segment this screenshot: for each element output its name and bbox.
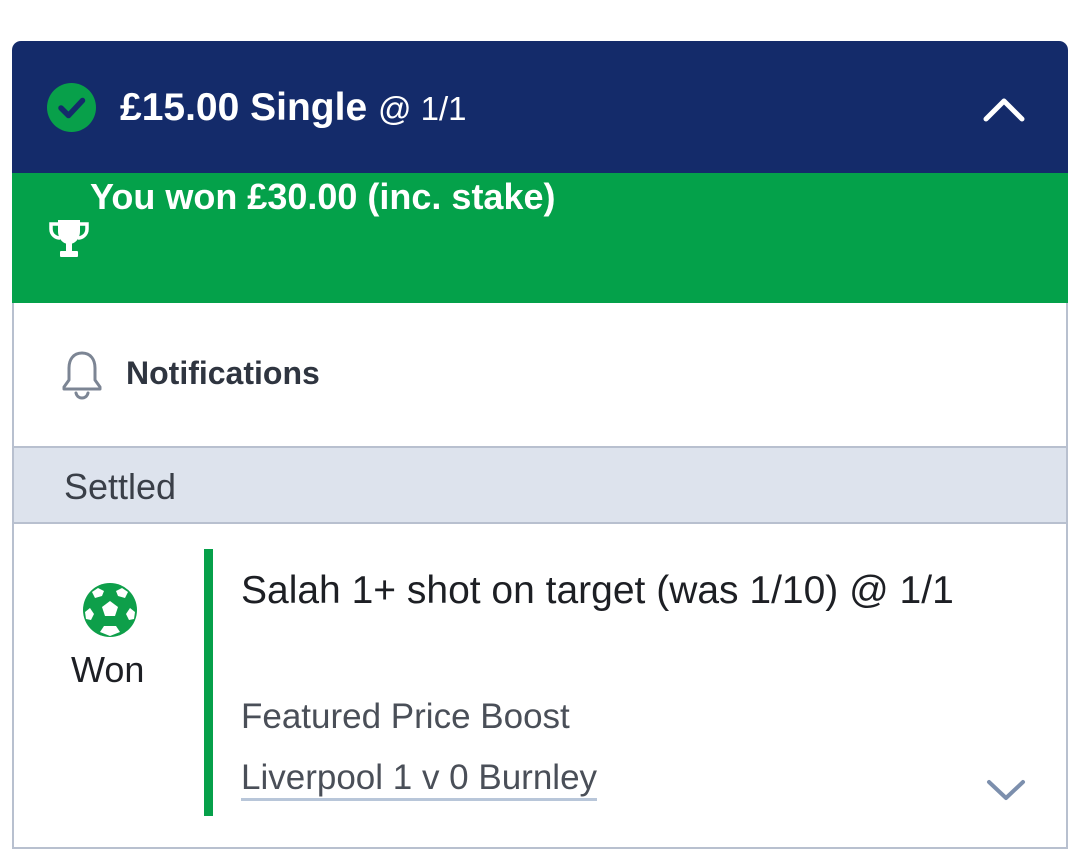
settled-label: Settled <box>64 466 177 507</box>
selection-title: Salah 1+ shot on target (was 1/10) @ 1/1 <box>241 569 954 612</box>
bet-header[interactable]: £15.00 Single @ 1/1 <box>12 41 1068 173</box>
selection-row[interactable]: Won Salah 1+ shot on target (was 1/10) @… <box>14 524 1066 847</box>
bell-icon <box>60 349 104 406</box>
check-circle-icon <box>47 83 96 132</box>
football-icon <box>82 582 138 643</box>
notifications-row[interactable]: Notifications <box>14 303 1066 448</box>
result-indicator-bar <box>204 549 213 816</box>
market-name: Featured Price Boost <box>241 697 570 736</box>
bet-details: Notifications Settled Won Salah 1+ shot … <box>12 303 1068 849</box>
bet-stake-type: £15.00 Single <box>120 86 368 129</box>
settled-section-header: Settled <box>14 448 1066 524</box>
result-label: Won <box>71 649 145 690</box>
chevron-up-icon[interactable] <box>980 89 1028 129</box>
chevron-down-icon[interactable] <box>984 774 1028 804</box>
event-link[interactable]: Liverpool 1 v 0 Burnley <box>241 759 598 801</box>
win-amount-text: You won £30.00 (inc. stake) <box>90 176 556 217</box>
bet-card: £15.00 Single @ 1/1 Notifications Settle… <box>12 41 1068 849</box>
bet-odds: @ 1/1 <box>377 90 467 127</box>
trophy-icon <box>48 217 90 264</box>
bet-title: £15.00 Single @ 1/1 <box>120 86 467 131</box>
notifications-label: Notifications <box>126 355 320 391</box>
